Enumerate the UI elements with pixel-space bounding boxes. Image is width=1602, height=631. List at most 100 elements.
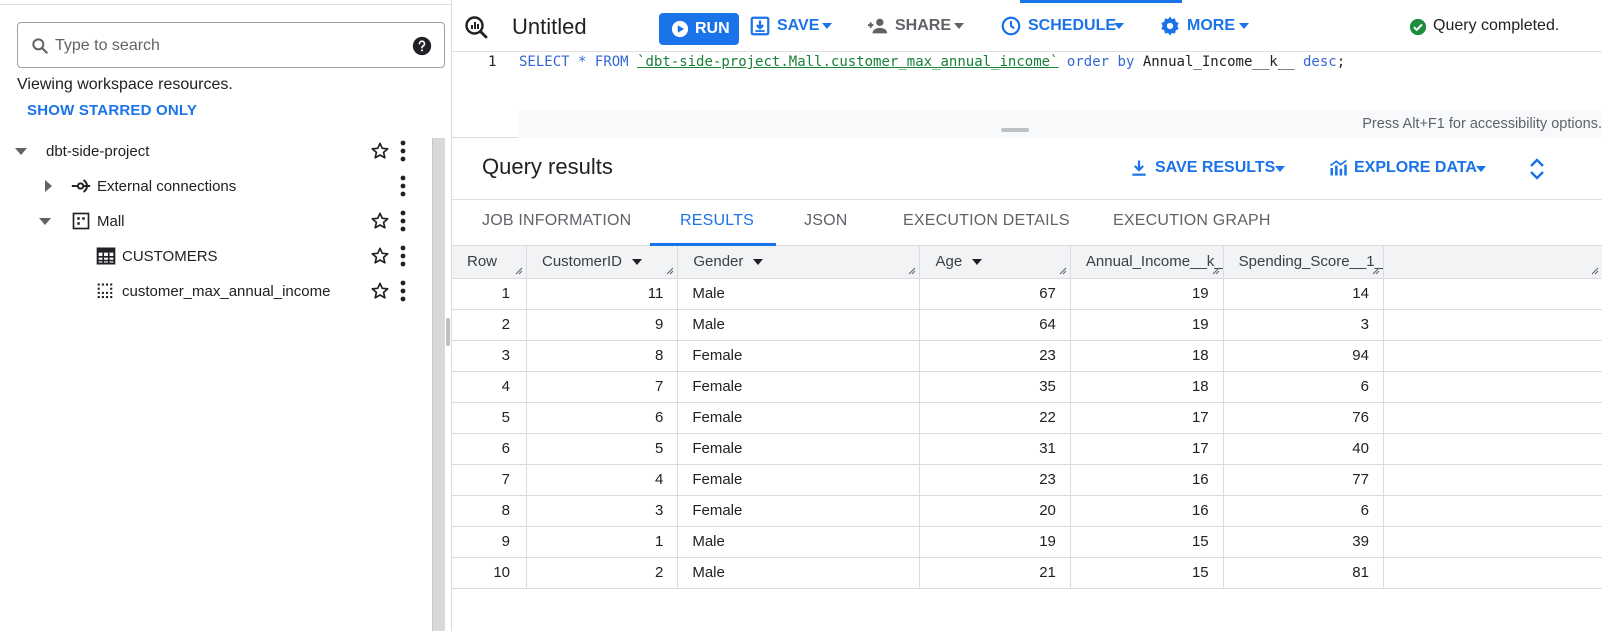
- table-cell[interactable]: 8: [526, 340, 679, 372]
- resize-grip-icon[interactable]: [1212, 267, 1220, 275]
- row-number-cell[interactable]: 10: [452, 557, 527, 589]
- table-row[interactable]: 8 3 Female 20 16 6: [452, 495, 1602, 527]
- table-cell[interactable]: 15: [1070, 526, 1224, 558]
- star-icon[interactable]: [370, 141, 390, 161]
- resize-grip-icon[interactable]: [1372, 267, 1380, 275]
- share-button[interactable]: SHARE: [867, 15, 967, 39]
- table-cell[interactable]: 3: [1223, 309, 1384, 341]
- expand-arrow-icon[interactable]: [40, 178, 56, 194]
- table-cell[interactable]: 21: [919, 557, 1071, 589]
- sort-dropdown-icon[interactable]: [632, 259, 643, 266]
- star-icon[interactable]: [370, 211, 390, 231]
- table-cell[interactable]: 9: [526, 309, 679, 341]
- table-cell[interactable]: Male: [677, 278, 921, 310]
- resize-grip-icon[interactable]: [515, 267, 523, 275]
- table-cell[interactable]: 18: [1070, 371, 1224, 403]
- more-vert-icon[interactable]: [400, 245, 406, 267]
- star-icon[interactable]: [370, 281, 390, 301]
- table-row[interactable]: 2 9 Male 64 19 3: [452, 309, 1602, 341]
- table-cell[interactable]: 5: [526, 433, 679, 465]
- tree-item-dataset-mall[interactable]: Mall: [0, 204, 430, 238]
- resize-grip-icon[interactable]: [908, 267, 916, 275]
- table-cell[interactable]: Female: [677, 371, 921, 403]
- more-vert-icon[interactable]: [400, 140, 406, 162]
- row-number-cell[interactable]: 3: [452, 340, 527, 372]
- table-row[interactable]: 7 4 Female 23 16 77: [452, 464, 1602, 496]
- row-number-cell[interactable]: 2: [452, 309, 527, 341]
- table-cell[interactable]: 3: [526, 495, 679, 527]
- table-cell[interactable]: 19: [1070, 309, 1224, 341]
- table-cell[interactable]: Male: [677, 526, 921, 558]
- table-cell[interactable]: 23: [919, 340, 1071, 372]
- table-cell[interactable]: 19: [1070, 278, 1224, 310]
- tree-item-external-connections[interactable]: External connections: [0, 169, 430, 203]
- column-header-gender[interactable]: Gender: [677, 246, 921, 279]
- tab-job-information[interactable]: JOB INFORMATION: [482, 212, 631, 230]
- table-cell[interactable]: 81: [1223, 557, 1384, 589]
- table-cell[interactable]: 39: [1223, 526, 1384, 558]
- table-cell[interactable]: 1: [526, 526, 679, 558]
- table-cell[interactable]: Female: [677, 402, 921, 434]
- table-cell[interactable]: 15: [1070, 557, 1224, 589]
- column-header-customerid[interactable]: CustomerID: [526, 246, 679, 279]
- collapse-arrow-icon[interactable]: [13, 143, 29, 159]
- table-cell[interactable]: Female: [677, 433, 921, 465]
- table-row[interactable]: 1 11 Male 67 19 14: [452, 278, 1602, 310]
- unfold-icon[interactable]: [1528, 158, 1546, 180]
- run-button[interactable]: RUN: [659, 13, 739, 45]
- table-cell[interactable]: 67: [919, 278, 1071, 310]
- table-cell[interactable]: 18: [1070, 340, 1224, 372]
- table-cell[interactable]: 16: [1070, 464, 1224, 496]
- help-icon[interactable]: [412, 36, 432, 56]
- row-number-cell[interactable]: 7: [452, 464, 527, 496]
- sql-table-reference[interactable]: `dbt-side-project.Mall.customer_max_annu…: [637, 54, 1058, 70]
- table-row[interactable]: 10 2 Male 21 15 81: [452, 557, 1602, 589]
- resize-grip-icon[interactable]: [1059, 267, 1067, 275]
- table-cell[interactable]: 40: [1223, 433, 1384, 465]
- tab-execution-graph[interactable]: EXECUTION GRAPH: [1113, 212, 1271, 230]
- tab-results[interactable]: RESULTS: [680, 212, 754, 230]
- tree-item-table-customers[interactable]: CUSTOMERS: [0, 239, 430, 273]
- table-cell[interactable]: 7: [526, 371, 679, 403]
- table-row[interactable]: 6 5 Female 31 17 40: [452, 433, 1602, 465]
- explore-data-button[interactable]: EXPLORE DATA: [1328, 158, 1488, 180]
- save-button[interactable]: SAVE: [749, 15, 839, 39]
- show-starred-button[interactable]: SHOW STARRED ONLY: [27, 102, 197, 119]
- table-cell[interactable]: 6: [1223, 495, 1384, 527]
- table-cell[interactable]: 4: [526, 464, 679, 496]
- panel-resize-handle[interactable]: [446, 318, 450, 346]
- table-cell[interactable]: 2: [526, 557, 679, 589]
- column-header-spending-score[interactable]: Spending_Score__1_: [1223, 246, 1384, 279]
- table-cell[interactable]: 6: [526, 402, 679, 434]
- table-cell[interactable]: 64: [919, 309, 1071, 341]
- table-cell[interactable]: Female: [677, 495, 921, 527]
- table-cell[interactable]: Male: [677, 557, 921, 589]
- resize-grip-icon[interactable]: [666, 267, 674, 275]
- table-cell[interactable]: 31: [919, 433, 1071, 465]
- column-header-age[interactable]: Age: [919, 246, 1071, 279]
- explorer-scrollbar[interactable]: [432, 138, 445, 631]
- table-row[interactable]: 5 6 Female 22 17 76: [452, 402, 1602, 434]
- collapse-arrow-icon[interactable]: [37, 213, 53, 229]
- sort-dropdown-icon[interactable]: [972, 259, 983, 266]
- more-button[interactable]: MORE: [1159, 15, 1249, 39]
- query-title[interactable]: Untitled: [512, 14, 587, 40]
- table-row[interactable]: 9 1 Male 19 15 39: [452, 526, 1602, 558]
- table-cell[interactable]: 22: [919, 402, 1071, 434]
- table-cell[interactable]: Female: [677, 464, 921, 496]
- sql-code-line[interactable]: SELECT * FROM `dbt-side-project.Mall.cus…: [519, 54, 1345, 70]
- table-cell[interactable]: 14: [1223, 278, 1384, 310]
- table-cell[interactable]: 76: [1223, 402, 1384, 434]
- table-cell[interactable]: Female: [677, 340, 921, 372]
- editor-resize-handle[interactable]: [1001, 128, 1029, 132]
- star-icon[interactable]: [370, 246, 390, 266]
- tree-item-view-customer-max-annual-income[interactable]: customer_max_annual_income: [0, 274, 430, 308]
- table-cell[interactable]: Male: [677, 309, 921, 341]
- row-number-cell[interactable]: 6: [452, 433, 527, 465]
- table-cell[interactable]: 17: [1070, 402, 1224, 434]
- table-cell[interactable]: 20: [919, 495, 1071, 527]
- sql-editor[interactable]: 1 SELECT * FROM `dbt-side-project.Mall.c…: [452, 52, 1602, 138]
- table-cell[interactable]: 35: [919, 371, 1071, 403]
- tree-item-project[interactable]: dbt-side-project: [0, 134, 430, 168]
- table-cell[interactable]: 19: [919, 526, 1071, 558]
